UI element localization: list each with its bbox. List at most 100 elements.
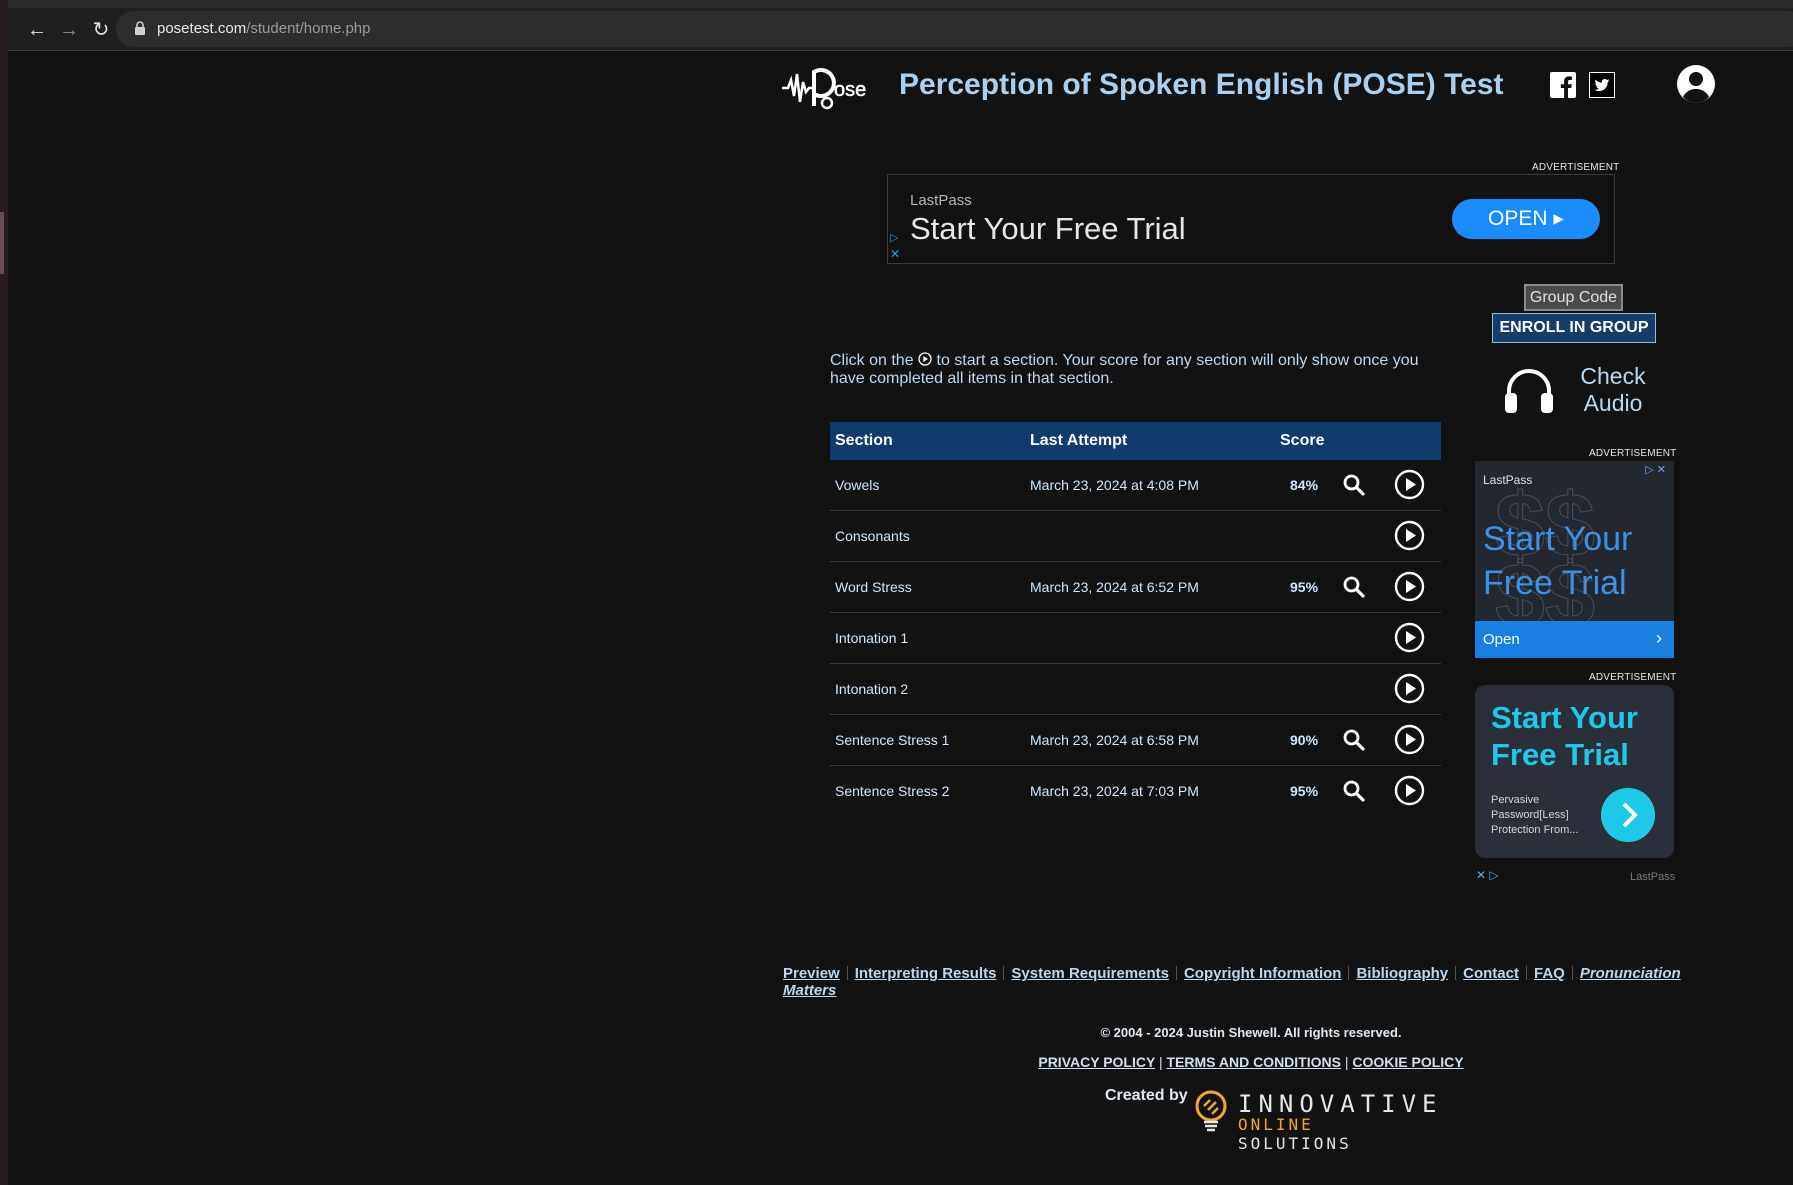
back-icon[interactable]: ← (23, 16, 51, 44)
last-attempt: March 23, 2024 at 6:52 PM (1030, 579, 1199, 595)
footer-nav: Preview Interpreting Results System Requir… (783, 965, 1719, 999)
play-circle-icon (918, 352, 932, 366)
section-name: Intonation 2 (835, 681, 909, 697)
adchoices-icon[interactable]: ▷ (890, 231, 898, 244)
header-section: Section (835, 432, 893, 449)
footer-divider (1003, 966, 1005, 980)
section-score: 90% (1290, 732, 1319, 748)
section-score: 84% (1290, 477, 1319, 493)
search-icon[interactable] (1342, 473, 1366, 497)
footer-divider (1348, 966, 1350, 980)
innovative-online-solutions-logo[interactable]: INNOVATIVE ONLINE SOLUTIONS (1193, 1088, 1437, 1153)
headphones-icon (1505, 369, 1553, 413)
play-circle-icon[interactable] (1394, 673, 1425, 704)
table-row: Consonants (830, 511, 1441, 562)
url-text: posetest.com/student/home.php (157, 20, 371, 37)
check-audio-label: Check Audio (1580, 363, 1646, 416)
ad-subtext: Pervasive Password[Less] Protection From… (1491, 794, 1579, 836)
footer-divider (846, 966, 848, 980)
legal-divider: | (1344, 1054, 1349, 1070)
play-circle-icon[interactable] (1394, 622, 1425, 653)
section-name: Sentence Stress 2 (835, 783, 950, 799)
play-circle-icon[interactable] (1394, 469, 1425, 500)
play-circle-icon[interactable] (1394, 571, 1425, 602)
table-row: Vowels March 23, 2024 at 4:08 PM 84% (830, 460, 1441, 511)
footer-link-system-requirements[interactable]: System Requirements (1011, 965, 1169, 982)
group-code-input[interactable]: Group Code (1524, 284, 1623, 311)
table-row: Word Stress March 23, 2024 at 6:52 PM 95% (830, 562, 1441, 613)
footer-divider (1525, 966, 1527, 980)
search-icon[interactable] (1342, 728, 1366, 752)
browser-tabstrip (8, 0, 1793, 8)
ad-open-button[interactable]: Open › (1475, 621, 1674, 658)
footer-divider (1571, 966, 1573, 980)
footer-link-copyright-information[interactable]: Copyright Information (1184, 965, 1342, 982)
table-row: Intonation 2 (830, 664, 1441, 715)
lightbulb-icon (1195, 1090, 1227, 1132)
copyright: © 2004 - 2024 Justin Shewell. All rights… (1100, 1025, 1402, 1040)
legal-link-cookie-policy[interactable]: COOKIE POLICY (1352, 1054, 1463, 1070)
table-header: Section Last Attempt Score (830, 422, 1441, 460)
facebook-icon[interactable] (1550, 72, 1576, 98)
svg-text:ose: ose (834, 79, 866, 101)
legal-divider: | (1158, 1054, 1163, 1070)
footer-link-interpreting-results[interactable]: Interpreting Results (855, 965, 997, 982)
ad-close-icon[interactable]: ✕ (890, 247, 900, 261)
footer-link-faq[interactable]: FAQ (1534, 965, 1565, 982)
ad-side-2[interactable]: Start Your Free Trial Pervasive Password… (1475, 685, 1674, 858)
ad-label: ADVERTISEMENT (1589, 448, 1677, 459)
ad-banner-top[interactable]: LastPass Start Your Free Trial OPEN ▸ ▷ … (887, 174, 1615, 264)
reload-icon[interactable]: ↻ (87, 16, 115, 44)
ad-side-1[interactable]: $$ $$ LastPass ▷ ✕ Start Your Free Trial … (1475, 461, 1674, 658)
header-last-attempt: Last Attempt (1030, 432, 1128, 449)
company-line-2: ONLINE SOLUTIONS (1238, 1115, 1352, 1153)
chevron-right-icon: › (1656, 628, 1662, 648)
table-row: Intonation 1 (830, 613, 1441, 664)
lock-icon (135, 21, 145, 35)
ad-label: ADVERTISEMENT (1532, 162, 1620, 173)
search-icon[interactable] (1342, 779, 1366, 803)
section-score: 95% (1290, 579, 1319, 595)
footer-link-contact[interactable]: Contact (1463, 965, 1519, 982)
footer-link-preview[interactable]: Preview (783, 965, 840, 982)
footer-link-bibliography[interactable]: Bibliography (1356, 965, 1448, 982)
adchoices-icon[interactable]: ▷ ✕ (1645, 463, 1666, 476)
page-title[interactable]: Perception of Spoken English (POSE) Test (899, 68, 1504, 102)
chevron-right-icon[interactable] (1601, 788, 1655, 842)
ad-label: ADVERTISEMENT (1589, 672, 1677, 683)
play-circle-icon[interactable] (1394, 724, 1425, 755)
play-circle-icon[interactable] (1394, 775, 1425, 806)
section-name: Sentence Stress 1 (835, 732, 950, 748)
ad-headline[interactable]: Start Your Free Trial (1491, 699, 1671, 773)
header-score: Score (1280, 432, 1325, 449)
pose-logo[interactable]: ose (780, 58, 876, 114)
legal-link-terms-and-conditions[interactable]: TERMS AND CONDITIONS (1166, 1054, 1340, 1070)
twitter-icon[interactable] (1589, 72, 1615, 98)
play-circle-icon[interactable] (1394, 520, 1425, 551)
section-name: Consonants (835, 528, 910, 544)
section-name: Word Stress (835, 579, 912, 595)
browser-toolbar: ← → ↻ posetest.com/student/home.php (8, 8, 1793, 51)
sections-table: Section Last Attempt Score Vowels March 2… (830, 422, 1441, 816)
desktop-edge (0, 0, 8, 1185)
enroll-in-group-button[interactable]: ENROLL IN GROUP (1492, 313, 1656, 343)
section-name: Intonation 1 (835, 630, 909, 646)
check-audio-button[interactable]: Check Audio (1503, 360, 1668, 420)
company-line-1: INNOVATIVE (1238, 1090, 1443, 1118)
legal-links: PRIVACY POLICY | TERMS AND CONDITIONS | … (783, 1054, 1719, 1070)
legal-link-privacy-policy[interactable]: PRIVACY POLICY (1038, 1054, 1155, 1070)
last-attempt: March 23, 2024 at 6:58 PM (1030, 732, 1199, 748)
forward-icon[interactable]: → (55, 16, 83, 44)
ad-headline[interactable]: Start Your Free Trial (1483, 517, 1673, 605)
adchoices-icon[interactable]: ✕ ▷ (1476, 868, 1499, 882)
last-attempt: March 23, 2024 at 4:08 PM (1030, 477, 1199, 493)
ad-open-button[interactable]: OPEN ▸ (1452, 199, 1600, 239)
address-bar[interactable]: posetest.com/student/home.php (116, 11, 1793, 47)
section-score: 95% (1290, 783, 1319, 799)
search-icon[interactable] (1342, 575, 1366, 599)
ad-brand: LastPass (910, 192, 972, 209)
user-circle-icon[interactable] (1676, 64, 1716, 104)
ad-headline[interactable]: Start Your Free Trial (910, 211, 1186, 247)
table-row: Sentence Stress 2 March 23, 2024 at 7:03 … (830, 766, 1441, 816)
table-body: Vowels March 23, 2024 at 4:08 PM 84% Conson… (830, 460, 1441, 816)
